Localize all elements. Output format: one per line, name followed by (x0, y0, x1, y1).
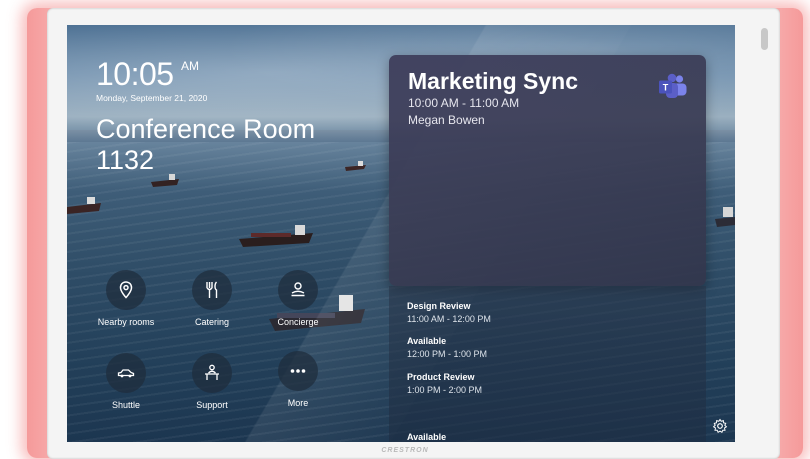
clock-ampm: AM (181, 59, 199, 73)
shuttle-button[interactable]: Shuttle (81, 353, 171, 410)
schedule-item-name: Design Review (407, 301, 471, 311)
catering-label: Catering (194, 317, 230, 327)
nearby-rooms-label: Nearby rooms (97, 317, 155, 327)
location-pin-icon (106, 270, 146, 310)
catering-button[interactable]: Catering (167, 270, 257, 327)
nearby-rooms-button[interactable]: Nearby rooms (81, 270, 171, 327)
utensils-icon (192, 270, 232, 310)
support-button[interactable]: Support (167, 353, 257, 410)
touch-screen: 10:05 AM Monday, September 21, 2020 Conf… (67, 25, 735, 442)
current-meeting-card[interactable]: Marketing Sync 10:00 AM - 11:00 AM Megan… (389, 55, 706, 286)
meeting-time: 10:00 AM - 11:00 AM (408, 96, 520, 110)
teams-icon-letter: T (663, 83, 669, 93)
schedule-item-name: Available (407, 432, 447, 442)
more-dots-icon (278, 351, 318, 391)
schedule-item-name: Product Review (407, 372, 475, 382)
more-label: More (287, 398, 309, 408)
meeting-organizer: Megan Bowen (408, 113, 485, 127)
more-button[interactable]: More (253, 351, 343, 408)
support-label: Support (196, 400, 228, 410)
brand-logo: CRESTRON (381, 447, 429, 454)
shuttle-label: Shuttle (111, 400, 141, 410)
camera-slot (761, 28, 768, 50)
schedule-list[interactable]: Design Review 11:00 AM - 12:00 PM Availa… (389, 286, 706, 442)
room-name: Conference Room 1132 (96, 114, 316, 175)
gear-icon[interactable] (712, 418, 728, 434)
meeting-title: Marketing Sync (408, 68, 578, 94)
list-item[interactable]: Available 12:00 PM - 1:00 PM (407, 336, 487, 359)
list-item[interactable]: Product Review 1:00 PM - 2:00 PM (407, 372, 482, 395)
schedule-item-time: 12:00 PM - 1:00 PM (407, 349, 488, 359)
support-desk-icon (192, 353, 232, 393)
microsoft-teams-icon: T (659, 73, 687, 98)
clock-time: 10:05 (96, 56, 174, 92)
list-item[interactable]: Design Review 11:00 AM - 12:00 PM (407, 301, 491, 324)
schedule-item-time: 11:00 AM - 12:00 PM (407, 314, 491, 324)
list-item[interactable]: Available (407, 432, 446, 442)
schedule-item-name: Available (407, 336, 447, 346)
concierge-label: Concierge (277, 317, 319, 327)
concierge-icon (278, 270, 318, 310)
concierge-button[interactable]: Concierge (253, 270, 343, 327)
schedule-item-time: 1:00 PM - 2:00 PM (407, 385, 483, 395)
car-icon (106, 353, 146, 393)
clock: 10:05 AM (96, 56, 199, 93)
clock-date: Monday, September 21, 2020 (96, 93, 208, 103)
